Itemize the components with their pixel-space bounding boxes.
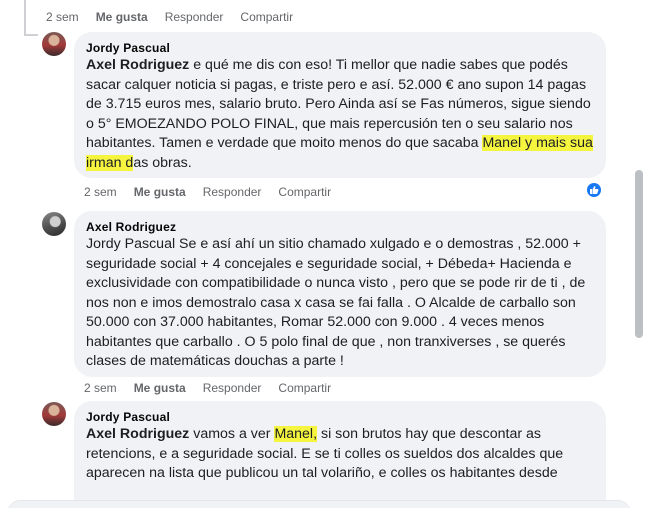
comment-author[interactable]: Jordy Pascual xyxy=(86,409,594,425)
comment-author[interactable]: Jordy Pascual xyxy=(86,40,594,56)
reply-button[interactable]: Responder xyxy=(165,10,224,24)
reply-button[interactable]: Responder xyxy=(203,381,262,395)
like-button[interactable]: Me gusta xyxy=(96,10,148,24)
avatar[interactable] xyxy=(42,402,66,426)
comment-bubble: Jordy Pascual Axel Rodriguez e qué me di… xyxy=(74,32,606,178)
comment-time[interactable]: 2 sem xyxy=(84,381,117,395)
like-button[interactable]: Me gusta xyxy=(134,381,186,395)
share-button[interactable]: Compartir xyxy=(240,10,293,24)
comment-author[interactable]: Axel Rodriguez xyxy=(86,219,594,235)
comment-time[interactable]: 2 sem xyxy=(84,185,117,199)
highlighted-text: Manel, xyxy=(274,426,318,442)
avatar[interactable] xyxy=(42,32,66,56)
like-thumb-icon[interactable] xyxy=(585,181,603,199)
share-button[interactable]: Compartir xyxy=(278,381,331,395)
avatar[interactable] xyxy=(42,212,66,236)
reply-button[interactable]: Responder xyxy=(203,185,262,199)
comment-text: Jordy Pascual Se e así ahí un sitio cham… xyxy=(86,236,586,369)
comment-actions: 2 sem Me gusta Responder Compartir xyxy=(84,185,348,199)
comment-bubble: Jordy Pascual Axel Rodriguez vamos a ver… xyxy=(74,401,606,508)
comment-text: Axel Rodriguez vamos a ver Manel, si son… xyxy=(86,426,564,481)
mention-link[interactable]: Axel Rodriguez xyxy=(86,426,189,442)
comment-actions-top: 2 sem Me gusta Responder Compartir xyxy=(46,10,310,24)
comment-bubble: Axel Rodriguez Jordy Pascual Se e así ah… xyxy=(74,211,606,377)
share-button[interactable]: Compartir xyxy=(278,185,331,199)
thread-line-curve xyxy=(24,34,38,36)
like-button[interactable]: Me gusta xyxy=(134,185,186,199)
comment-composer[interactable] xyxy=(6,500,632,508)
thread-line xyxy=(24,0,26,36)
comment-time[interactable]: 2 sem xyxy=(46,10,79,24)
scrollbar[interactable] xyxy=(635,170,643,338)
comment-actions: 2 sem Me gusta Responder Compartir xyxy=(84,381,348,395)
comment-text: Axel Rodriguez e qué me dis con eso! Ti … xyxy=(86,57,593,171)
mention-link[interactable]: Axel Rodriguez xyxy=(86,57,189,73)
